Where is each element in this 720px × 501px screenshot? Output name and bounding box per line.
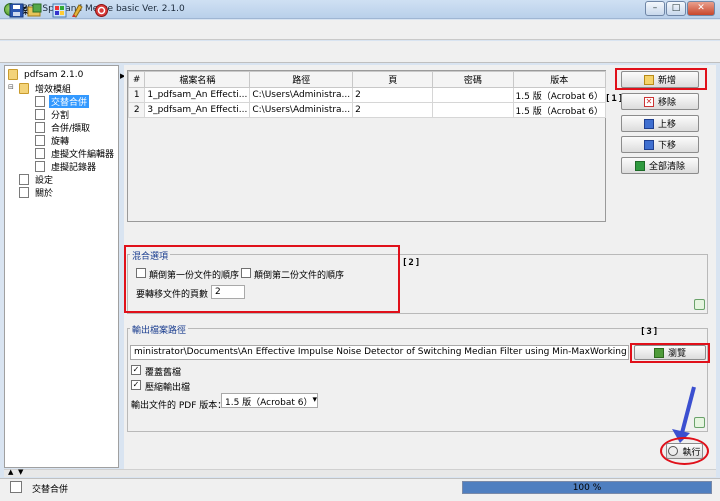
cell-version: 1.5 版（Acrobat 6） — [512, 102, 607, 118]
open-icon[interactable] — [27, 3, 42, 18]
clear-all-icon — [634, 160, 645, 171]
annotation-label-2: [2] — [402, 258, 422, 268]
tree-item-about[interactable]: 關於 — [19, 186, 55, 199]
page-icon — [35, 109, 45, 120]
close-button[interactable]: ✕ — [687, 1, 715, 16]
menu-bar — [0, 20, 720, 40]
tree-plugins[interactable]: 增效模組 — [19, 82, 73, 95]
mix-options-info-icon[interactable] — [694, 299, 705, 310]
splitter-down-icon[interactable]: ▼ — [18, 468, 23, 476]
reverse-first-label: 顛倒第一份文件的順序 — [149, 271, 240, 281]
tree-item-alternate-mix[interactable]: 交替合併 — [35, 95, 90, 108]
table-row[interactable]: 2 3_pdfsam_An Effecti... C:\Users\Admini… — [127, 102, 607, 118]
reverse-second-label: 顛倒第二份文件的順序 — [254, 271, 345, 281]
compress-label: 壓縮輸出檔 — [145, 383, 191, 393]
column-header-password[interactable]: 密碼 — [432, 71, 514, 88]
page-icon — [19, 174, 29, 185]
pdf-version-select[interactable]: 1.5 版（Acrobat 6） ▾ — [221, 393, 318, 408]
page-icon — [19, 187, 29, 198]
column-header-filename[interactable]: 檔案名稱 — [144, 71, 251, 88]
file-table[interactable]: # 檔案名稱 路徑 頁 密碼 版本 1 1_pdfsam_An Effecti.… — [127, 70, 607, 222]
page-icon — [35, 161, 45, 172]
cell-index: 2 — [127, 102, 146, 118]
bottom-splitter[interactable]: ▲ ▼ — [4, 468, 716, 477]
toolbar — [0, 41, 720, 63]
column-header-version[interactable]: 版本 — [512, 71, 607, 88]
page-icon — [35, 135, 45, 146]
clear-icon[interactable] — [70, 3, 85, 18]
step-input[interactable]: 2 — [211, 285, 245, 299]
cell-path: C:\Users\Administra... — [249, 102, 354, 118]
tree-item-visual-editor[interactable]: 虛擬文件編輯器 — [35, 147, 116, 160]
tree-root[interactable]: pdfsam 2.1.0 — [8, 69, 85, 80]
progress-bar: 100 % — [462, 481, 712, 494]
tree-item-merge-extract[interactable]: 合併/擷取 — [35, 121, 92, 134]
reverse-first-checkbox[interactable] — [136, 268, 146, 278]
cell-pages: 2 — [352, 87, 434, 103]
folder-icon — [8, 69, 18, 80]
cell-version: 1.5 版（Acrobat 6） — [512, 87, 607, 103]
output-path-input[interactable]: ministrator\Documents\An Effective Impul… — [130, 345, 629, 360]
move-down-button[interactable]: 下移 — [621, 136, 699, 153]
settings-icon[interactable] — [52, 3, 67, 18]
status-text: 交替合併 — [32, 485, 69, 495]
cell-path: C:\Users\Administra... — [249, 87, 354, 103]
arrow-up-icon — [643, 118, 654, 129]
cell-password[interactable] — [432, 102, 514, 118]
tree-item-settings[interactable]: 設定 — [19, 173, 55, 186]
output-group — [127, 328, 708, 432]
progress-text: 100 % — [572, 483, 602, 493]
minimize-button[interactable]: – — [645, 1, 665, 16]
maximize-button[interactable]: □ — [666, 1, 686, 16]
cell-pages: 2 — [352, 102, 434, 118]
output-title: 輸出檔案路徑 — [130, 323, 189, 336]
exit-icon[interactable] — [94, 3, 109, 18]
pdf-version-label: 輸出文件的 PDF 版本： — [131, 401, 227, 411]
tree-item-visual-recorder[interactable]: 虛擬記錄器 — [35, 160, 98, 173]
step-label: 要轉移文件的頁數 — [136, 290, 209, 300]
add-file-icon — [643, 74, 654, 85]
compress-checkbox[interactable]: ✓ — [131, 380, 141, 390]
chevron-down-icon: ▾ — [312, 395, 318, 405]
reverse-second-checkbox[interactable] — [241, 268, 251, 278]
folder-open-icon — [653, 347, 664, 358]
splitter-up-icon[interactable]: ▲ — [8, 468, 13, 476]
table-row[interactable]: 1 1_pdfsam_An Effecti... C:\Users\Admini… — [127, 87, 607, 103]
folder-open-icon — [19, 83, 29, 94]
browse-button[interactable]: 瀏覽 — [634, 345, 706, 360]
arrow-down-icon — [643, 139, 654, 150]
page-icon — [35, 122, 45, 133]
overwrite-checkbox[interactable]: ✓ — [131, 365, 141, 375]
tree-item-rotate[interactable]: 旋轉 — [35, 134, 71, 147]
add-button[interactable]: 新增 — [621, 71, 699, 88]
annotation-label-3: [3] — [640, 327, 660, 337]
remove-icon: ✕ — [643, 96, 654, 107]
save-icon[interactable] — [9, 3, 24, 18]
clear-all-button[interactable]: 全部清除 — [621, 157, 699, 174]
collapse-icon[interactable]: ⊟ — [8, 83, 14, 91]
status-page-icon — [10, 481, 22, 493]
run-button[interactable]: 執行 — [666, 443, 703, 459]
column-header-path[interactable]: 路徑 — [249, 71, 354, 88]
plugin-tree: pdfsam 2.1.0 ⊟ 增效模組 交替合併 分割 合併/擷取 旋轉 虛擬文… — [4, 65, 119, 468]
move-up-button[interactable]: 上移 — [621, 115, 699, 132]
pointer-arrow — [672, 386, 696, 443]
column-header-index[interactable]: # — [127, 71, 146, 88]
column-header-pages[interactable]: 頁 — [352, 71, 434, 88]
page-icon — [35, 96, 45, 107]
gear-icon — [668, 446, 679, 456]
tree-item-split[interactable]: 分割 — [35, 108, 71, 121]
page-icon — [35, 148, 45, 159]
overwrite-label: 覆蓋舊檔 — [145, 368, 182, 378]
cell-filename: 3_pdfsam_An Effecti... — [144, 102, 251, 118]
remove-button[interactable]: ✕ 移除 — [621, 93, 699, 110]
cell-filename: 1_pdfsam_An Effecti... — [144, 87, 251, 103]
cell-index: 1 — [127, 87, 146, 103]
cell-password[interactable] — [432, 87, 514, 103]
